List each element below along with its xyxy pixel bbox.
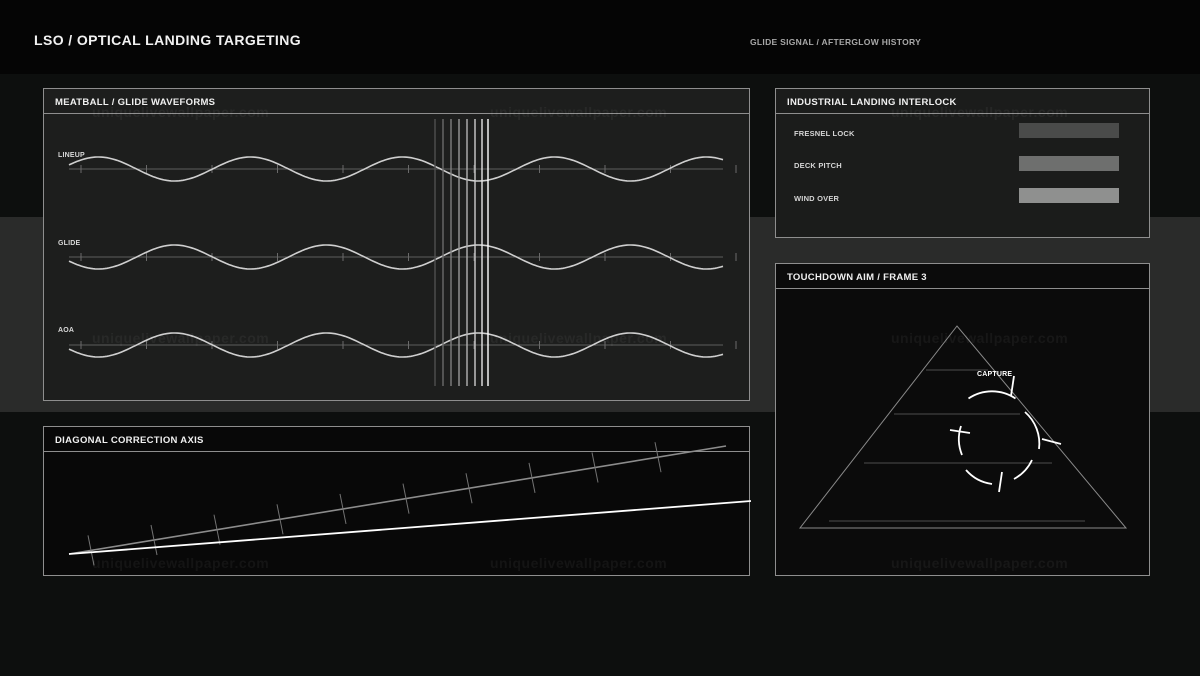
interlock-label-deck-pitch: DECK PITCH	[794, 161, 842, 170]
correction-axis-panel: DIAGONAL CORRECTION AXIS	[43, 426, 751, 576]
interlock-label-wind-over: WIND OVER	[794, 194, 840, 203]
correction-axis-line	[68, 445, 727, 555]
interlock-panel-header: INDUSTRIAL LANDING INTERLOCK	[776, 89, 1149, 114]
waveforms-panel: MEATBALL / GLIDE WAVEFORMS LINEUP GLIDE …	[43, 88, 750, 401]
interlock-label-fresnel-lock: FRESNEL LOCK	[794, 129, 855, 138]
interlock-bar-deck-pitch	[1019, 156, 1119, 171]
capture-label: CAPTURE	[977, 371, 1013, 378]
correction-axis-plot	[68, 442, 751, 566]
touchdown-aim-panel: TOUCHDOWN AIM / FRAME 3 CAPTURE	[775, 263, 1150, 576]
waveforms-plot	[68, 119, 737, 386]
interlock-bar-fresnel-lock	[1019, 123, 1119, 138]
interlock-panel: INDUSTRIAL LANDING INTERLOCK FRESNEL LOC…	[775, 88, 1150, 238]
interlock-bar-wind-over	[1019, 188, 1119, 203]
correction-reference-line	[68, 500, 751, 555]
capture-reticle-icon[interactable]	[776, 264, 1151, 577]
app-title: LSO / OPTICAL LANDING TARGETING	[34, 32, 301, 48]
top-bar: LSO / OPTICAL LANDING TARGETING GLIDE SI…	[0, 0, 1200, 74]
header-subtitle: GLIDE SIGNAL / AFTERGLOW HISTORY	[750, 37, 922, 47]
interlock-panel-title: INDUSTRIAL LANDING INTERLOCK	[787, 97, 957, 108]
